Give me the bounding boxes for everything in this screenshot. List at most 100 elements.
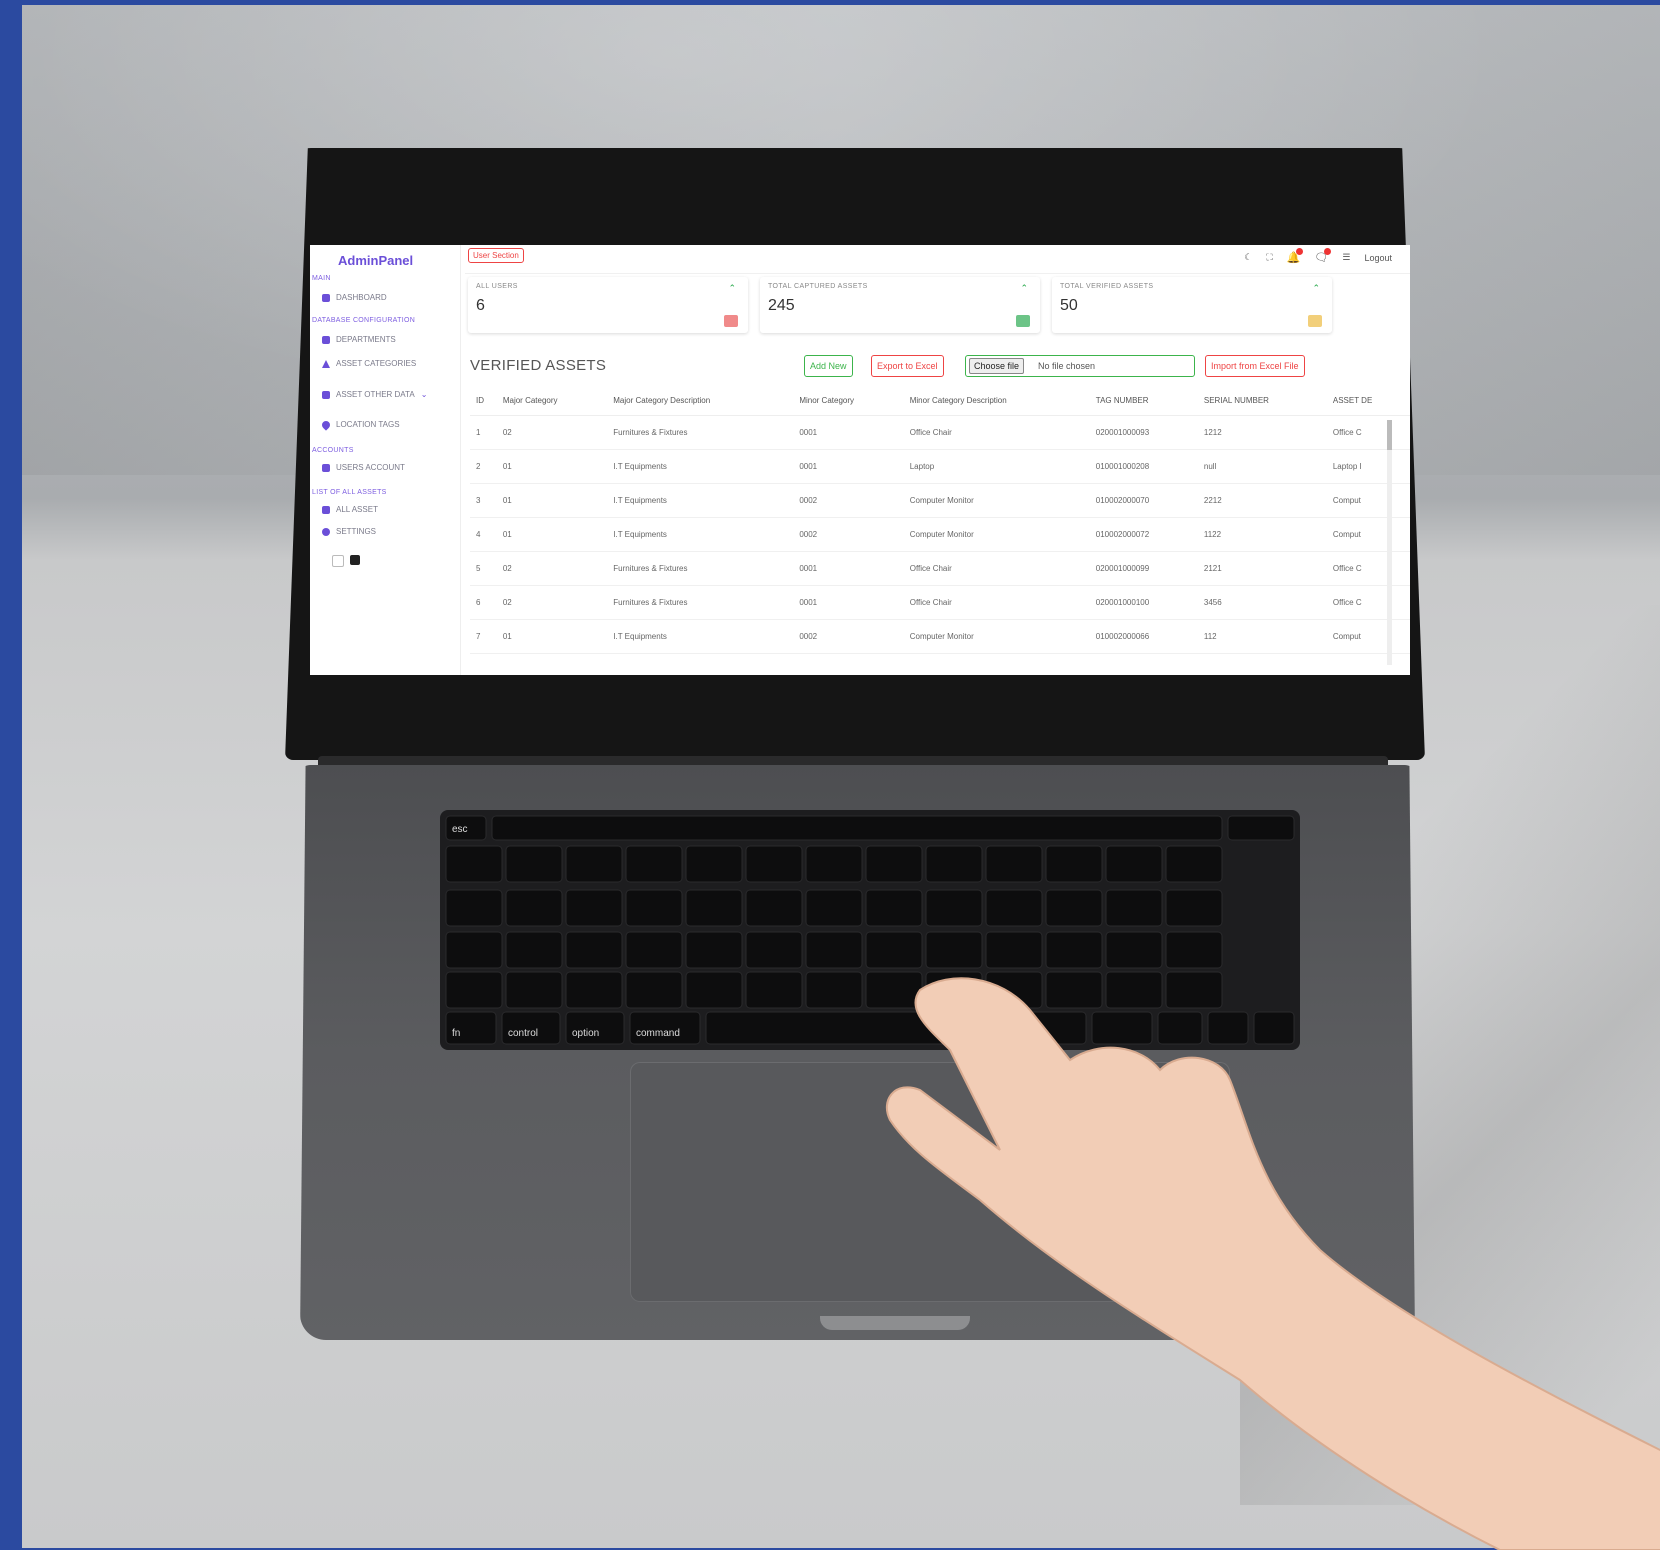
keyboard-key[interactable] <box>505 889 563 927</box>
keyboard-key[interactable] <box>565 845 623 883</box>
section-accounts: ACCOUNTS <box>312 447 354 454</box>
keyboard-key[interactable] <box>445 845 503 883</box>
column-header[interactable]: SERIAL NUMBER <box>1197 385 1327 416</box>
sidebar-item-asset-other-data[interactable]: ASSET OTHER DATA ⌄ <box>322 390 427 399</box>
sidebar-item-label: USERS ACCOUNT <box>336 463 405 472</box>
keyboard-key[interactable] <box>1045 889 1103 927</box>
table-row[interactable]: 3 01 I.T Equipments 0002 Computer Monitor 010… <box>470 483 1410 518</box>
keyboard-key[interactable] <box>1045 845 1103 883</box>
keyboard-key[interactable] <box>685 889 743 927</box>
keyboard-key[interactable] <box>445 931 503 969</box>
keyboard-key[interactable] <box>505 971 563 1009</box>
keyboard-key[interactable] <box>1227 815 1295 841</box>
keyboard-key[interactable] <box>685 931 743 969</box>
keyboard-key[interactable] <box>445 971 503 1009</box>
message-icon[interactable]: 🗨 <box>1314 248 1332 264</box>
section-list-all-assets: LIST OF ALL ASSETS <box>312 489 387 496</box>
keyboard-key[interactable] <box>985 845 1043 883</box>
keyboard-key[interactable] <box>1105 845 1163 883</box>
table-cell: I.T Equipments <box>607 483 794 518</box>
table-row[interactable]: 2 01 I.T Equipments 0001 Laptop 010001000208 n… <box>470 449 1410 484</box>
keyboard-key[interactable] <box>625 971 683 1009</box>
keyboard-key[interactable] <box>625 931 683 969</box>
table-row[interactable]: 7 01 I.T Equipments 0002 Computer Monitor 010… <box>470 619 1410 654</box>
keyboard-key[interactable] <box>745 889 803 927</box>
sidebar-item-location-tags[interactable]: LOCATION TAGS <box>320 418 400 431</box>
keyboard-key[interactable] <box>745 931 803 969</box>
keyboard-key[interactable] <box>685 971 743 1009</box>
keyboard-key[interactable] <box>565 889 623 927</box>
table-row[interactable]: 6 02 Furnitures & Fixtures 0001 Office Chair… <box>470 585 1410 620</box>
column-header[interactable]: Minor Category <box>793 385 904 416</box>
keyboard-key[interactable] <box>865 889 923 927</box>
column-header[interactable]: Major Category <box>496 385 608 416</box>
bell-icon[interactable]: 🔔 <box>1287 248 1304 264</box>
keyboard-key[interactable] <box>1165 845 1223 883</box>
logout-link[interactable]: Logout <box>1364 253 1392 263</box>
menu-icon[interactable]: ☰ <box>1342 252 1350 263</box>
table-header-row: ID Major Category Major Category Descrip… <box>470 385 1410 416</box>
keyboard-key[interactable] <box>505 845 563 883</box>
keyboard-key[interactable] <box>805 889 863 927</box>
table-cell: 010002000072 <box>1089 517 1198 552</box>
choose-file-button[interactable]: Choose file <box>969 358 1025 374</box>
keyboard-key[interactable] <box>565 971 623 1009</box>
user-section-button[interactable]: User Section <box>468 248 524 263</box>
keyboard-key[interactable] <box>491 815 1223 841</box>
import-excel-button[interactable]: Import from Excel File <box>1205 355 1305 377</box>
hand-illustration <box>885 977 1660 1550</box>
sidebar-item-asset-categories[interactable]: ASSET CATEGORIES <box>322 359 416 368</box>
vertical-scrollbar[interactable] <box>1387 420 1392 665</box>
dark-theme-swatch[interactable] <box>350 555 360 565</box>
keyboard-key[interactable] <box>505 931 563 969</box>
table-row[interactable]: 4 01 I.T Equipments 0002 Computer Monitor 010… <box>470 517 1410 552</box>
sidebar-item-dashboard[interactable]: DASHBOARD <box>322 293 387 302</box>
table-cell: Furnitures & Fixtures <box>607 415 794 450</box>
export-excel-button[interactable]: Export to Excel <box>871 355 944 377</box>
keyboard-key[interactable] <box>625 845 683 883</box>
fullscreen-icon[interactable]: ⛶ <box>1266 252 1272 263</box>
scrollbar-thumb[interactable] <box>1387 420 1392 450</box>
keyboard-key[interactable] <box>685 845 743 883</box>
keyboard-key[interactable] <box>745 971 803 1009</box>
table-cell: Furnitures & Fixtures <box>607 585 794 620</box>
chevron-up-icon[interactable]: ⌃ <box>1312 283 1320 294</box>
keyboard-key[interactable] <box>745 845 803 883</box>
keyboard-key[interactable] <box>625 889 683 927</box>
keyboard-key[interactable] <box>565 931 623 969</box>
light-theme-swatch[interactable] <box>332 555 344 567</box>
sidebar-item-label: DASHBOARD <box>336 293 387 302</box>
table-row[interactable]: 1 02 Furnitures & Fixtures 0001 Office Chair… <box>470 415 1410 450</box>
sidebar-item-all-asset[interactable]: ALL ASSET <box>322 505 378 514</box>
column-header[interactable]: Minor Category Description <box>903 385 1090 416</box>
sidebar-item-label: ASSET CATEGORIES <box>336 359 417 368</box>
keyboard-key[interactable] <box>865 845 923 883</box>
keyboard-key[interactable] <box>925 889 983 927</box>
sidebar-item-users-account[interactable]: USERS ACCOUNT <box>322 463 405 472</box>
column-header[interactable]: Major Category Description <box>607 385 794 416</box>
keyboard-key[interactable] <box>925 845 983 883</box>
brand-logo[interactable]: AdminPanel <box>338 253 413 268</box>
table-cell: Office Chair <box>903 585 1090 620</box>
table-cell: Office Chair <box>903 415 1090 450</box>
sidebar-item-settings[interactable]: SETTINGS <box>322 527 376 536</box>
file-input[interactable]: Choose file No file chosen <box>965 355 1195 377</box>
keyboard-key[interactable] <box>1165 889 1223 927</box>
add-new-button[interactable]: Add New <box>804 355 853 377</box>
sidebar-item-departments[interactable]: DEPARTMENTS <box>322 335 396 344</box>
keyboard-key[interactable] <box>1105 889 1163 927</box>
sidebar-item-label: SETTINGS <box>336 527 377 536</box>
column-header[interactable]: ASSET DE <box>1326 385 1410 416</box>
chevron-up-icon[interactable]: ⌃ <box>728 283 736 294</box>
table-row[interactable]: 5 02 Furnitures & Fixtures 0001 Office Chair… <box>470 551 1410 586</box>
moon-icon[interactable]: ☾ <box>1244 252 1252 263</box>
column-header[interactable]: ID <box>470 385 497 416</box>
chevron-up-icon[interactable]: ⌃ <box>1020 283 1028 294</box>
keyboard-key[interactable] <box>805 845 863 883</box>
keyboard-key[interactable] <box>445 889 503 927</box>
topbar: User Section ☾ ⛶ 🔔 🗨 ☰ Logout <box>465 245 1410 274</box>
table-cell: 010001000208 <box>1089 449 1198 484</box>
column-header[interactable]: TAG NUMBER <box>1089 385 1198 416</box>
table-cell: 02 <box>496 551 608 586</box>
keyboard-key[interactable] <box>985 889 1043 927</box>
